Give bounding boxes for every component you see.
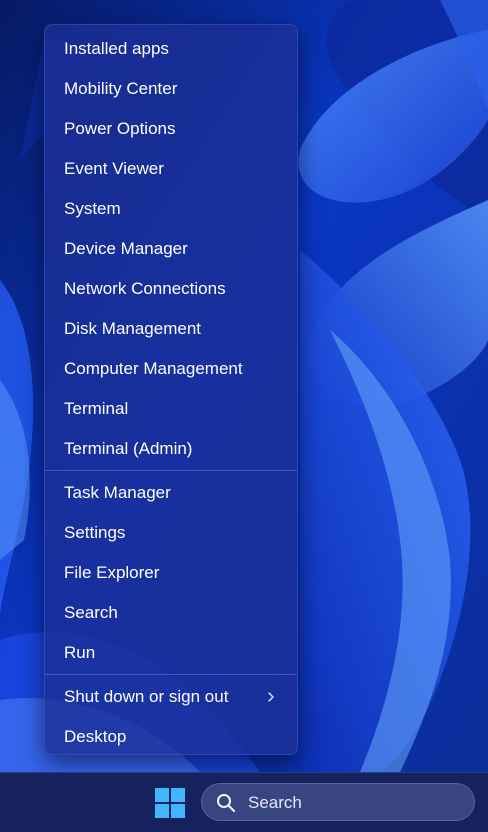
menu-item-label: Event Viewer [64, 159, 164, 178]
chevron-right-icon [268, 692, 274, 702]
start-button[interactable] [150, 783, 190, 823]
menu-item-label: File Explorer [64, 563, 160, 582]
menu-item-settings[interactable]: Settings [49, 515, 293, 551]
quick-link-menu: Installed apps Mobility Center Power Optio… [44, 24, 298, 755]
menu-item-label: Power Options [64, 119, 176, 138]
search-icon [217, 794, 236, 813]
menu-item-task-manager[interactable]: Task Manager [49, 475, 293, 511]
menu-item-label: Search [64, 603, 118, 622]
menu-item-event-viewer[interactable]: Event Viewer [49, 151, 293, 187]
menu-item-label: Disk Management [64, 319, 202, 338]
menu-item-label: System [64, 199, 121, 218]
menu-item-label: Installed apps [64, 39, 169, 58]
menu-item-network-connections[interactable]: Network Connections [49, 271, 293, 307]
menu-separator [45, 470, 297, 471]
menu-separator [45, 674, 297, 675]
menu-item-label: Terminal [64, 399, 129, 418]
menu-item-label: Terminal (Admin) [64, 439, 193, 458]
menu-item-label: Task Manager [64, 483, 171, 502]
menu-item-label: Desktop [64, 727, 127, 746]
menu-item-shut-down-or-sign-out[interactable]: Shut down or sign out [49, 679, 293, 715]
menu-item-power-options[interactable]: Power Options [49, 111, 293, 147]
menu-item-disk-management[interactable]: Disk Management [49, 311, 293, 347]
menu-item-label: Computer Management [64, 359, 243, 378]
menu-item-label: Run [64, 643, 96, 662]
menu-item-label: Network Connections [64, 279, 226, 298]
windows-logo-icon [155, 788, 185, 818]
menu-item-label: Settings [64, 523, 126, 542]
menu-item-terminal[interactable]: Terminal [49, 391, 293, 427]
desktop-screen: Installed apps Mobility Center Power Optio… [0, 0, 488, 832]
menu-item-mobility-center[interactable]: Mobility Center [49, 71, 293, 107]
menu-item-system[interactable]: System [49, 191, 293, 227]
menu-item-search[interactable]: Search [49, 595, 293, 631]
menu-item-run[interactable]: Run [49, 635, 293, 671]
menu-item-label: Mobility Center [64, 79, 178, 98]
menu-item-label: Shut down or sign out [64, 687, 229, 706]
menu-item-device-manager[interactable]: Device Manager [49, 231, 293, 267]
menu-item-terminal-admin[interactable]: Terminal (Admin) [49, 431, 293, 467]
taskbar: Search [0, 772, 488, 832]
menu-item-label: Device Manager [64, 239, 188, 258]
search-box-label: Search [248, 793, 302, 812]
taskbar-search-box[interactable]: Search [201, 783, 475, 821]
menu-item-installed-apps[interactable]: Installed apps [49, 31, 293, 67]
menu-item-computer-management[interactable]: Computer Management [49, 351, 293, 387]
menu-item-file-explorer[interactable]: File Explorer [49, 555, 293, 591]
menu-item-desktop[interactable]: Desktop [49, 719, 293, 754]
